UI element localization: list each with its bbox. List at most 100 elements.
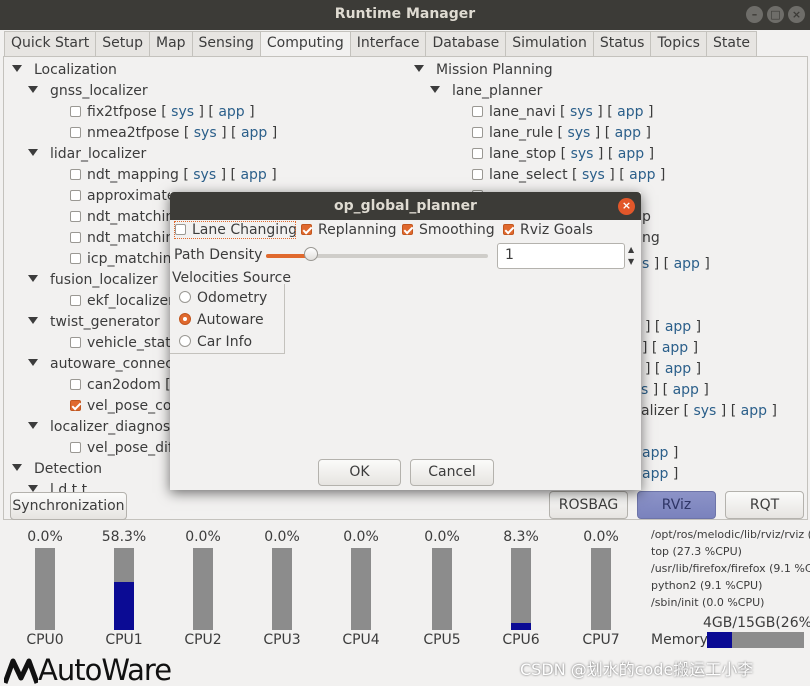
checkbox-vel-pose-diff[interactable] xyxy=(70,442,81,453)
checkbox-icon[interactable] xyxy=(503,224,514,235)
app-link[interactable]: app xyxy=(665,319,691,335)
checkbox-fix2tfpose[interactable] xyxy=(70,106,81,117)
sys-link[interactable]: sys xyxy=(693,403,716,419)
tree-node-lane-planner[interactable]: lane_planner xyxy=(430,83,542,99)
app-link[interactable]: app xyxy=(642,466,668,482)
rqt-button[interactable]: RQT xyxy=(725,491,804,519)
minimize-icon[interactable]: – xyxy=(746,6,763,23)
expand-arrow-icon[interactable] xyxy=(28,86,38,93)
sys-link[interactable]: sys xyxy=(570,104,593,120)
app-link[interactable]: app xyxy=(674,256,700,272)
expand-arrow-icon[interactable] xyxy=(430,86,440,93)
app-link[interactable]: app xyxy=(741,403,767,419)
app-link[interactable]: app xyxy=(617,104,643,120)
tab-computing[interactable]: Computing xyxy=(259,31,351,58)
checkbox-vel-pose-connect[interactable] xyxy=(70,400,81,411)
rviz-button[interactable]: RViz xyxy=(637,491,716,519)
path-density-input[interactable]: 1 xyxy=(497,243,625,269)
app-link[interactable]: app xyxy=(662,340,688,356)
expand-arrow-icon[interactable] xyxy=(28,317,38,324)
ok-button[interactable]: OK xyxy=(318,459,401,486)
tree-node-twist-generator[interactable]: twist_generator xyxy=(28,314,160,330)
radio-icon[interactable] xyxy=(179,335,191,347)
expand-arrow-icon[interactable] xyxy=(28,485,38,492)
expand-arrow-icon[interactable] xyxy=(414,65,424,72)
odometry-radio[interactable]: Odometry xyxy=(179,290,267,306)
tab-setup[interactable]: Setup xyxy=(95,31,150,57)
smoothing-checkbox[interactable]: Smoothing xyxy=(402,222,495,238)
radio-icon[interactable] xyxy=(179,313,191,325)
tree-node-ekf-localizer[interactable]: ekf_localizer xyxy=(70,293,174,309)
autoware-radio[interactable]: Autoware xyxy=(179,312,264,328)
sys-link[interactable]: sys xyxy=(582,167,605,183)
sys-link[interactable]: s xyxy=(642,256,649,272)
sys-link[interactable]: s xyxy=(641,382,648,398)
rosbag-button[interactable]: ROSBAG xyxy=(549,491,628,519)
expand-arrow-icon[interactable] xyxy=(28,359,38,366)
tab-map[interactable]: Map xyxy=(149,31,193,57)
sys-link[interactable]: sys xyxy=(567,125,590,141)
tree-node-ndt-mapping[interactable]: ndt_mapping [ sys ] [ app ] xyxy=(70,167,277,183)
app-link[interactable]: app xyxy=(241,125,267,141)
slider-handle[interactable] xyxy=(304,247,318,261)
tab-interface[interactable]: Interface xyxy=(349,31,427,57)
expand-arrow-icon[interactable] xyxy=(12,464,22,471)
car-info-radio[interactable]: Car Info xyxy=(179,334,252,350)
tab-topics[interactable]: Topics xyxy=(650,31,707,57)
tree-node-approximate[interactable]: approximate xyxy=(70,188,175,204)
replanning-checkbox[interactable]: Replanning xyxy=(301,222,396,238)
tree-node-lane-stop[interactable]: lane_stop [ sys ] [ app ] xyxy=(472,146,654,162)
checkbox-ndt-matching-2[interactable] xyxy=(70,232,81,243)
tree-node-lidar-localizer[interactable]: lidar_localizer xyxy=(28,146,146,162)
app-link[interactable]: app xyxy=(615,125,641,141)
checkbox-nmea2tfpose[interactable] xyxy=(70,127,81,138)
checkbox-icon[interactable] xyxy=(402,224,413,235)
tree-node-can2odom[interactable]: can2odom [ xyxy=(70,377,171,393)
tree-node-fusion-localizer[interactable]: fusion_localizer xyxy=(28,272,158,288)
tab-quick-start[interactable]: Quick Start xyxy=(4,31,97,57)
tree-node-vehicle-status[interactable]: vehicle_statu xyxy=(70,335,180,351)
tab-simulation[interactable]: Simulation xyxy=(505,31,594,57)
spin-arrows[interactable]: ▲ ▼ xyxy=(628,244,638,268)
tree-node-vel-pose-connect[interactable]: vel_pose_co xyxy=(70,398,171,414)
dialog-close-icon[interactable]: × xyxy=(618,198,635,215)
tree-node-vel-pose-diff[interactable]: vel_pose_dif xyxy=(70,440,173,456)
spin-down-icon[interactable]: ▼ xyxy=(628,256,638,268)
tree-node-fix2tfpose[interactable]: fix2tfpose [ sys ] [ app ] xyxy=(70,104,255,120)
app-link[interactable]: app xyxy=(642,445,668,461)
checkbox-icon[interactable] xyxy=(175,224,186,235)
tab-state[interactable]: State xyxy=(705,31,758,57)
tree-node-autoware-connector[interactable]: autoware_connec xyxy=(28,356,173,372)
tree-node-gnss-localizer[interactable]: gnss_localizer xyxy=(28,83,148,99)
tree-node-localization[interactable]: Localization xyxy=(12,62,117,78)
tree-node-detection[interactable]: Detection xyxy=(12,461,102,477)
cancel-button[interactable]: Cancel xyxy=(410,459,494,486)
checkbox-icp-matching[interactable] xyxy=(70,253,81,264)
sys-link[interactable]: sys xyxy=(171,104,194,120)
tree-node-ndt-matching[interactable]: ndt_matchin xyxy=(70,209,174,225)
lane-changing-checkbox[interactable]: Lane Changing xyxy=(174,221,297,239)
tree-node-lane-rule[interactable]: lane_rule [ sys ] [ app ] xyxy=(472,125,651,141)
tab-sensing[interactable]: Sensing xyxy=(191,31,261,57)
tree-node-localizer-diagnostics[interactable]: localizer_diagnosi xyxy=(28,419,174,435)
sys-link[interactable]: sys xyxy=(194,125,217,141)
tree-node-ndt-matching-monitor[interactable]: ndt_matchin xyxy=(70,230,174,246)
sys-link[interactable]: sys xyxy=(193,167,216,183)
expand-arrow-icon[interactable] xyxy=(28,149,38,156)
close-icon[interactable]: × xyxy=(788,6,805,23)
checkbox-approximate[interactable] xyxy=(70,190,81,201)
expand-arrow-icon[interactable] xyxy=(28,275,38,282)
synchronization-button[interactable]: Synchronization xyxy=(10,492,127,520)
tree-node-lane-navi[interactable]: lane_navi [ sys ] [ app ] xyxy=(472,104,653,120)
app-link[interactable]: app xyxy=(618,146,644,162)
app-link[interactable]: app xyxy=(240,167,266,183)
checkbox-lane-select[interactable] xyxy=(472,169,483,180)
app-link[interactable]: app xyxy=(218,104,244,120)
rviz-goals-checkbox[interactable]: Rviz Goals xyxy=(503,222,593,238)
app-link[interactable]: app xyxy=(665,361,691,377)
tree-node-mission-planning[interactable]: Mission Planning xyxy=(414,62,553,78)
tree-node-icp-matching[interactable]: icp_matchin xyxy=(70,251,172,267)
checkbox-lane-navi[interactable] xyxy=(472,106,483,117)
spin-up-icon[interactable]: ▲ xyxy=(628,244,638,256)
path-density-slider[interactable] xyxy=(266,254,488,258)
